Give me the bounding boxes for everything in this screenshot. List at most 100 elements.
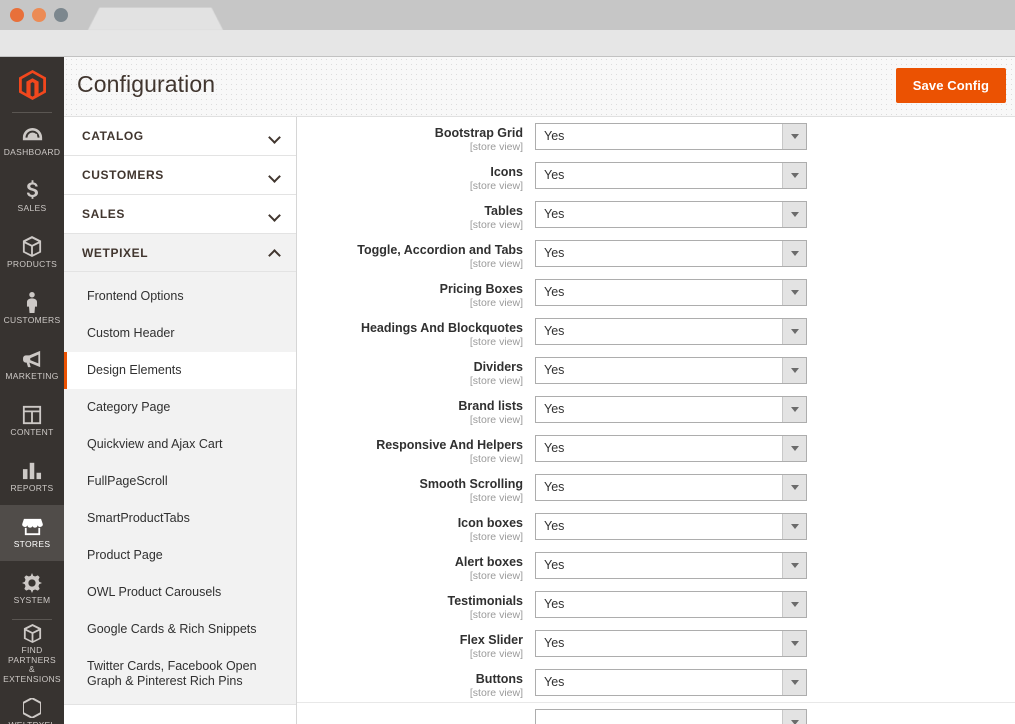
tree-section-label: SALES xyxy=(82,207,125,221)
testimonials-select[interactable]: Yes xyxy=(535,591,807,618)
brand-lists-select[interactable]: Yes xyxy=(535,396,807,423)
tree-item-twitter-cards-facebook-open-graph[interactable]: Twitter Cards, Facebook Open Graph & Pin… xyxy=(64,648,296,700)
tree-section-label: CUSTOMERS xyxy=(82,168,164,182)
sidebar-item-label: FIND PARTNERS& EXTENSIONS xyxy=(2,646,62,684)
field-label-wrap: Brand lists [store view] xyxy=(297,396,535,426)
field-row: Bootstrap Grid [store view] Yes xyxy=(297,117,1015,156)
sidebar-item-dashboard[interactable]: DASHBOARD xyxy=(0,113,64,169)
sidebar-item-customers[interactable]: CUSTOMERS xyxy=(0,281,64,337)
sidebar-item-weltpxel[interactable]: WELTPXEL xyxy=(0,686,64,724)
icon-boxes-select[interactable]: Yes xyxy=(535,513,807,540)
headings-and-blockquotes-select[interactable]: Yes xyxy=(535,318,807,345)
dollar-icon xyxy=(26,180,39,201)
field-row: Buttons [store view] Yes xyxy=(297,663,1015,702)
tree-item-product-page[interactable]: Product Page xyxy=(64,537,296,574)
sidebar-item-content[interactable]: CONTENT xyxy=(0,393,64,449)
admin-app: DASHBOARD SALES PRODUCTS CUSTOMERS MARKE xyxy=(0,57,1015,724)
buttons-select[interactable]: Yes xyxy=(535,669,807,696)
tables-select[interactable]: Yes xyxy=(535,201,807,228)
sidebar-item-sales[interactable]: SALES xyxy=(0,169,64,225)
chevron-down-icon[interactable] xyxy=(782,631,806,656)
select-wrapper: Yes xyxy=(535,630,807,657)
chevron-down-icon[interactable] xyxy=(782,710,806,724)
browser-tab[interactable] xyxy=(88,8,223,30)
save-config-button[interactable]: Save Config xyxy=(896,68,1006,103)
tree-item-category-page[interactable]: Category Page xyxy=(64,389,296,426)
field-label-wrap: Alert boxes [store view] xyxy=(297,552,535,582)
chevron-down-icon[interactable] xyxy=(782,553,806,578)
select-wrapper: Yes xyxy=(535,513,807,540)
next-field-select[interactable] xyxy=(535,709,807,724)
pricing-boxes-select[interactable]: Yes xyxy=(535,279,807,306)
alert-boxes-select[interactable]: Yes xyxy=(535,552,807,579)
field-label: Dividers xyxy=(297,360,523,374)
page-title: Configuration xyxy=(77,71,215,98)
close-window-button[interactable] xyxy=(10,8,24,22)
select-wrapper: Yes xyxy=(535,474,807,501)
chevron-down-icon[interactable] xyxy=(782,670,806,695)
tree-item-google-cards-rich-snippets[interactable]: Google Cards & Rich Snippets xyxy=(64,611,296,648)
page-header: Configuration Save Config xyxy=(64,57,1015,117)
chevron-down-icon[interactable] xyxy=(782,475,806,500)
smooth-scrolling-select[interactable]: Yes xyxy=(535,474,807,501)
select-wrapper: Yes xyxy=(535,357,807,384)
minimize-window-button[interactable] xyxy=(32,8,46,22)
bootstrap-grid-select[interactable]: Yes xyxy=(535,123,807,150)
responsive-and-helpers-select[interactable]: Yes xyxy=(535,435,807,462)
chevron-down-icon[interactable] xyxy=(782,592,806,617)
field-label-wrap: Testimonials [store view] xyxy=(297,591,535,621)
configuration-form: Bootstrap Grid [store view] Yes Icons [s… xyxy=(297,117,1015,724)
select-wrapper: Yes xyxy=(535,396,807,423)
sidebar-item-products[interactable]: PRODUCTS xyxy=(0,225,64,281)
tree-item-frontend-options[interactable]: Frontend Options xyxy=(64,278,296,315)
chevron-down-icon[interactable] xyxy=(782,124,806,149)
sidebar-item-system[interactable]: SYSTEM xyxy=(0,561,64,617)
tree-item-design-elements[interactable]: Design Elements xyxy=(64,352,296,389)
field-scope: [store view] xyxy=(297,336,523,348)
tree-section-customers: CUSTOMERS xyxy=(64,156,296,195)
sidebar-item-find-partners[interactable]: FIND PARTNERS& EXTENSIONS xyxy=(0,622,64,686)
tree-item-custom-header[interactable]: Custom Header xyxy=(64,315,296,352)
magento-logo[interactable] xyxy=(0,57,64,113)
chevron-down-icon[interactable] xyxy=(782,397,806,422)
icons-select[interactable]: Yes xyxy=(535,162,807,189)
chevron-down-icon[interactable] xyxy=(782,436,806,461)
sidebar-item-reports[interactable]: REPORTS xyxy=(0,449,64,505)
sidebar-item-stores[interactable]: STORES xyxy=(0,505,64,561)
tree-section-header-wetpixel[interactable]: WETPIXEL xyxy=(64,234,296,272)
chevron-down-icon[interactable] xyxy=(782,280,806,305)
sidebar-item-marketing[interactable]: MARKETING xyxy=(0,337,64,393)
chevron-down-icon[interactable] xyxy=(782,358,806,383)
field-label: Toggle, Accordion and Tabs xyxy=(297,243,523,257)
tree-section-header-sales[interactable]: SALES xyxy=(64,195,296,233)
chevron-up-icon xyxy=(269,247,280,258)
tree-section-label: CATALOG xyxy=(82,129,144,143)
chevron-down-icon xyxy=(269,209,280,220)
field-row: Tables [store view] Yes xyxy=(297,195,1015,234)
chevron-down-icon[interactable] xyxy=(782,241,806,266)
hexagon-icon xyxy=(19,70,46,100)
field-label-wrap: Toggle, Accordion and Tabs [store view] xyxy=(297,240,535,270)
chevron-down-icon[interactable] xyxy=(782,163,806,188)
tree-section-label: WETPIXEL xyxy=(82,246,148,260)
tree-item-fullpagescroll[interactable]: FullPageScroll xyxy=(64,463,296,500)
tree-item-quickview-and-ajax-cart[interactable]: Quickview and Ajax Cart xyxy=(64,426,296,463)
chevron-down-icon[interactable] xyxy=(782,202,806,227)
field-scope: [store view] xyxy=(297,141,523,153)
tree-item-smartproducttabs[interactable]: SmartProductTabs xyxy=(64,500,296,537)
tree-item-owl-product-carousels[interactable]: OWL Product Carousels xyxy=(64,574,296,611)
admin-sidebar: DASHBOARD SALES PRODUCTS CUSTOMERS MARKE xyxy=(0,57,64,724)
dividers-select[interactable]: Yes xyxy=(535,357,807,384)
field-scope: [store view] xyxy=(297,648,523,660)
flex-slider-select[interactable]: Yes xyxy=(535,630,807,657)
toggle-accordion-tabs-select[interactable]: Yes xyxy=(535,240,807,267)
chevron-down-icon[interactable] xyxy=(782,319,806,344)
chevron-down-icon[interactable] xyxy=(782,514,806,539)
tree-section-sales: SALES xyxy=(64,195,296,234)
tree-section-header-catalog[interactable]: CATALOG xyxy=(64,117,296,155)
maximize-window-button[interactable] xyxy=(54,8,68,22)
field-row: Responsive And Helpers [store view] Yes xyxy=(297,429,1015,468)
field-label-wrap: Pricing Boxes [store view] xyxy=(297,279,535,309)
tree-section-header-customers[interactable]: CUSTOMERS xyxy=(64,156,296,194)
config-tree-panel: CATALOG CUSTOMERS SALES WETPIXEL Fronten… xyxy=(64,117,297,724)
